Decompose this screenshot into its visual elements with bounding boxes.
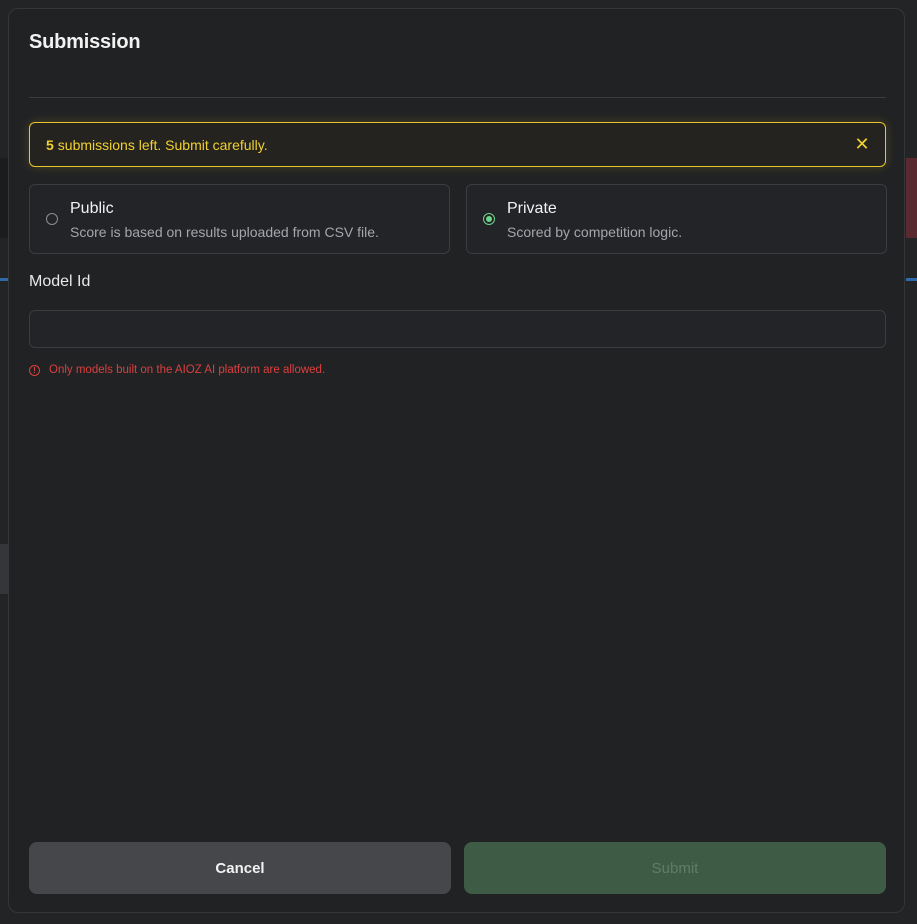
submit-button[interactable]: Submit: [464, 842, 886, 894]
error-text: Only models built on the AIOZ AI platfor…: [49, 364, 326, 376]
option-public[interactable]: Public Score is based on results uploade…: [29, 184, 450, 254]
error-message: ! Only models built on the AIOZ AI platf…: [29, 364, 325, 376]
background-panel: [0, 544, 8, 594]
submissions-left-alert: 5 submissions left. Submit carefully. ✕: [29, 122, 886, 167]
error-icon: !: [29, 364, 40, 376]
divider: [29, 97, 886, 98]
radio-public[interactable]: [46, 213, 58, 225]
submissions-count: 5: [46, 136, 54, 153]
background-panel: [906, 158, 917, 238]
background-panel: [0, 158, 8, 238]
option-description: Score is based on results uploaded from …: [70, 224, 379, 240]
submission-modal: Submission 5 submissions left. Submit ca…: [8, 8, 905, 913]
cancel-button[interactable]: Cancel: [29, 842, 451, 894]
modal-title: Submission: [29, 31, 141, 53]
model-id-label: Model Id: [29, 273, 91, 290]
background-accent-line: [906, 278, 917, 281]
option-description: Scored by competition logic.: [507, 224, 683, 240]
model-id-input[interactable]: [29, 310, 886, 348]
option-title: Private: [507, 200, 557, 217]
radio-private[interactable]: [483, 213, 495, 225]
option-private[interactable]: Private Scored by competition logic.: [466, 184, 887, 254]
alert-message: submissions left. Submit carefully.: [57, 136, 268, 153]
option-title: Public: [70, 200, 114, 217]
background-accent-line: [0, 278, 8, 281]
close-icon[interactable]: ✕: [853, 135, 871, 153]
